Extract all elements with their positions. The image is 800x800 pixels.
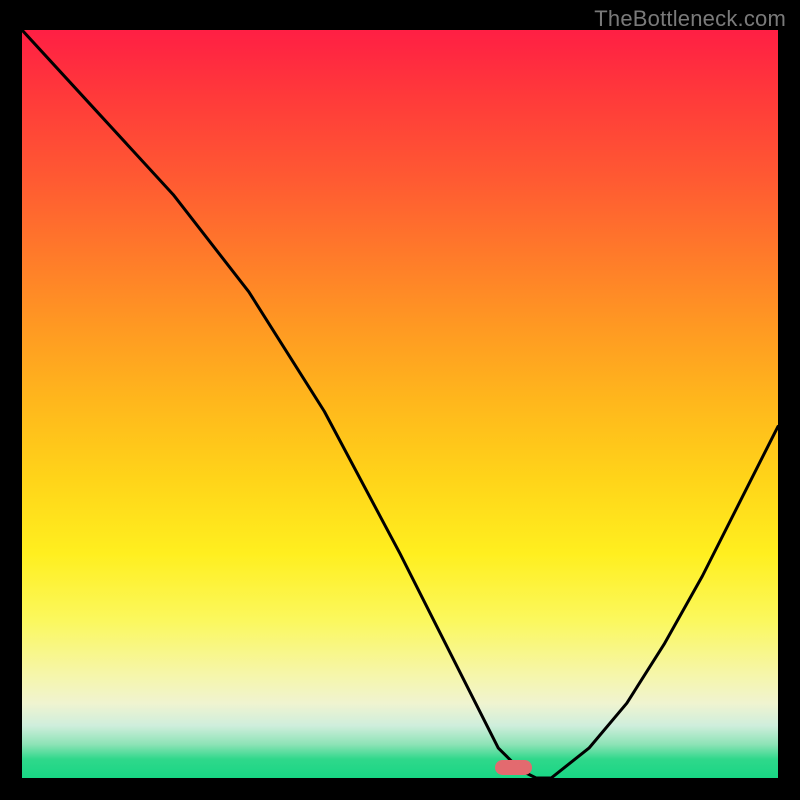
watermark-label: TheBottleneck.com <box>594 6 786 32</box>
bottleneck-marker <box>495 760 531 775</box>
chart-frame: TheBottleneck.com <box>0 0 800 800</box>
plot-area <box>22 30 778 778</box>
bottleneck-curve <box>22 30 778 778</box>
